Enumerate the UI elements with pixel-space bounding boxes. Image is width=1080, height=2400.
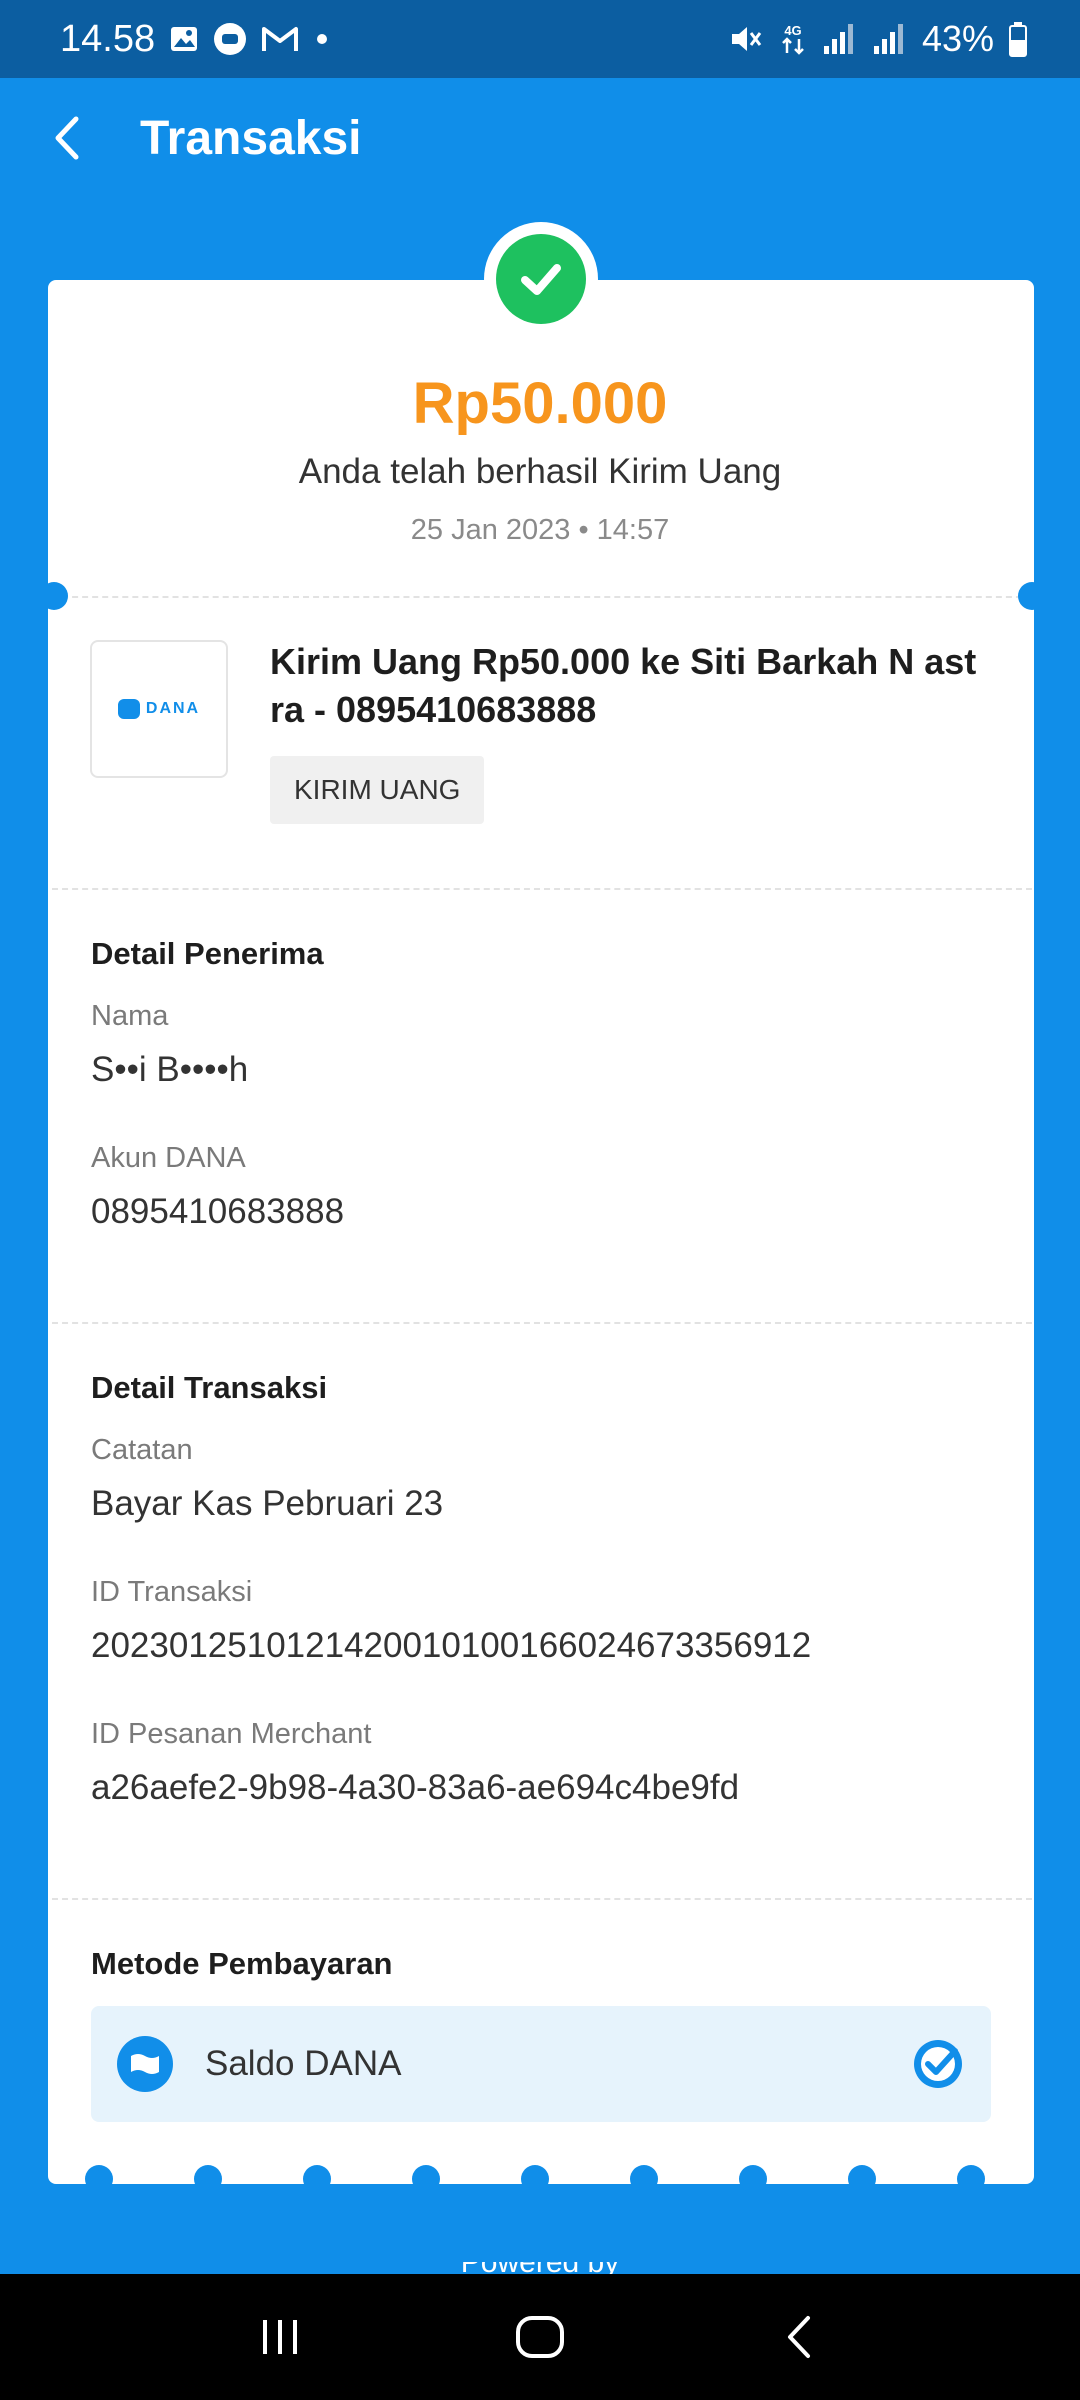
wallet-icon bbox=[117, 2036, 173, 2092]
svg-text:4G: 4G bbox=[784, 23, 801, 38]
scallop bbox=[303, 2165, 331, 2193]
payment-method-row[interactable]: Saldo DANA bbox=[91, 2006, 991, 2122]
transaction-id-label: ID Transaksi bbox=[91, 1576, 253, 1608]
status-time: 14.58 bbox=[60, 17, 156, 60]
status-bar: 14.58 4G 43% bbox=[0, 0, 1080, 78]
recipient-account-label: Akun DANA bbox=[91, 1142, 246, 1174]
home-button[interactable] bbox=[495, 2292, 585, 2382]
chevron-left-icon bbox=[55, 116, 79, 160]
transaction-datetime: 25 Jan 2023 • 14:57 bbox=[410, 514, 670, 546]
transaction-id-value: 2023012510121420010100166024673356912 bbox=[91, 1626, 812, 1665]
scallop bbox=[521, 2165, 549, 2193]
powered-by-footer: Powered by bbox=[0, 2262, 1080, 2274]
navigation-bar bbox=[0, 2274, 1080, 2400]
divider bbox=[52, 1322, 1032, 1324]
status-left: 14.58 bbox=[60, 18, 331, 61]
recipient-account-value: 0895410683888 bbox=[91, 1192, 345, 1231]
transaction-description: Kirim Uang Rp50.000 ke Siti Barkah N ast… bbox=[270, 641, 977, 730]
powered-by-text: Powered by bbox=[0, 2262, 1080, 2274]
scallop bbox=[194, 2165, 222, 2193]
battery-icon bbox=[1008, 21, 1028, 57]
notch-right bbox=[1018, 582, 1046, 610]
app-bar: Transaksi bbox=[0, 78, 1080, 198]
dana-logo-icon bbox=[117, 699, 140, 719]
scallop bbox=[739, 2165, 767, 2193]
success-check-icon bbox=[496, 234, 586, 324]
amount: Rp50.000 bbox=[412, 371, 668, 436]
recents-button[interactable] bbox=[235, 2292, 325, 2382]
system-back-button[interactable] bbox=[755, 2292, 845, 2382]
details-section-title: Detail Transaksi bbox=[91, 1370, 328, 1405]
chat-icon bbox=[213, 22, 247, 56]
merchant-order-id-label: ID Pesanan Merchant bbox=[91, 1718, 372, 1750]
home-icon bbox=[516, 2316, 564, 2358]
recents-icon bbox=[263, 2320, 297, 2354]
scallop bbox=[85, 2165, 113, 2193]
scallop bbox=[848, 2165, 876, 2193]
merchant-logo: DANA bbox=[90, 640, 228, 778]
back-icon bbox=[788, 2316, 810, 2358]
divider bbox=[52, 1898, 1032, 1900]
divider bbox=[52, 888, 1032, 890]
dot-icon bbox=[313, 30, 331, 48]
note-value: Bayar Kas Pebruari 23 bbox=[91, 1484, 444, 1523]
merchant-logo-text: DANA bbox=[145, 700, 201, 717]
payment-section-title: Metode Pembayaran bbox=[91, 1946, 393, 1981]
scallop bbox=[412, 2165, 440, 2193]
signal-icon bbox=[822, 22, 858, 56]
signal-icon bbox=[872, 22, 908, 56]
scallop bbox=[957, 2165, 985, 2193]
merchant-order-id-value: a26aefe2-9b98-4a30-83a6-ae694c4be9fd bbox=[91, 1768, 740, 1807]
note-label: Catatan bbox=[91, 1434, 193, 1466]
data-4g-icon: 4G bbox=[778, 21, 808, 57]
mute-icon bbox=[728, 21, 764, 57]
page-title: Transaksi bbox=[140, 111, 362, 165]
divider bbox=[52, 596, 1032, 598]
recipient-name-label: Nama bbox=[91, 1000, 169, 1032]
success-message: Anda telah berhasil Kirim Uang bbox=[298, 452, 782, 491]
gallery-icon bbox=[169, 24, 199, 54]
success-badge bbox=[484, 222, 598, 336]
gmail-icon bbox=[261, 24, 299, 54]
scallop bbox=[630, 2165, 658, 2193]
status-right: 4G 43% bbox=[728, 18, 1028, 60]
selected-check-icon bbox=[914, 2040, 962, 2088]
recipient-section-title: Detail Penerima bbox=[91, 936, 324, 971]
recipient-name-value: S••i B••••h bbox=[91, 1050, 249, 1089]
payment-method-label: Saldo DANA bbox=[205, 2044, 402, 2083]
battery-percentage: 43% bbox=[921, 18, 994, 59]
transaction-type-tag: KIRIM UANG bbox=[270, 756, 485, 824]
back-button[interactable] bbox=[28, 98, 108, 178]
notch-left bbox=[40, 582, 68, 610]
